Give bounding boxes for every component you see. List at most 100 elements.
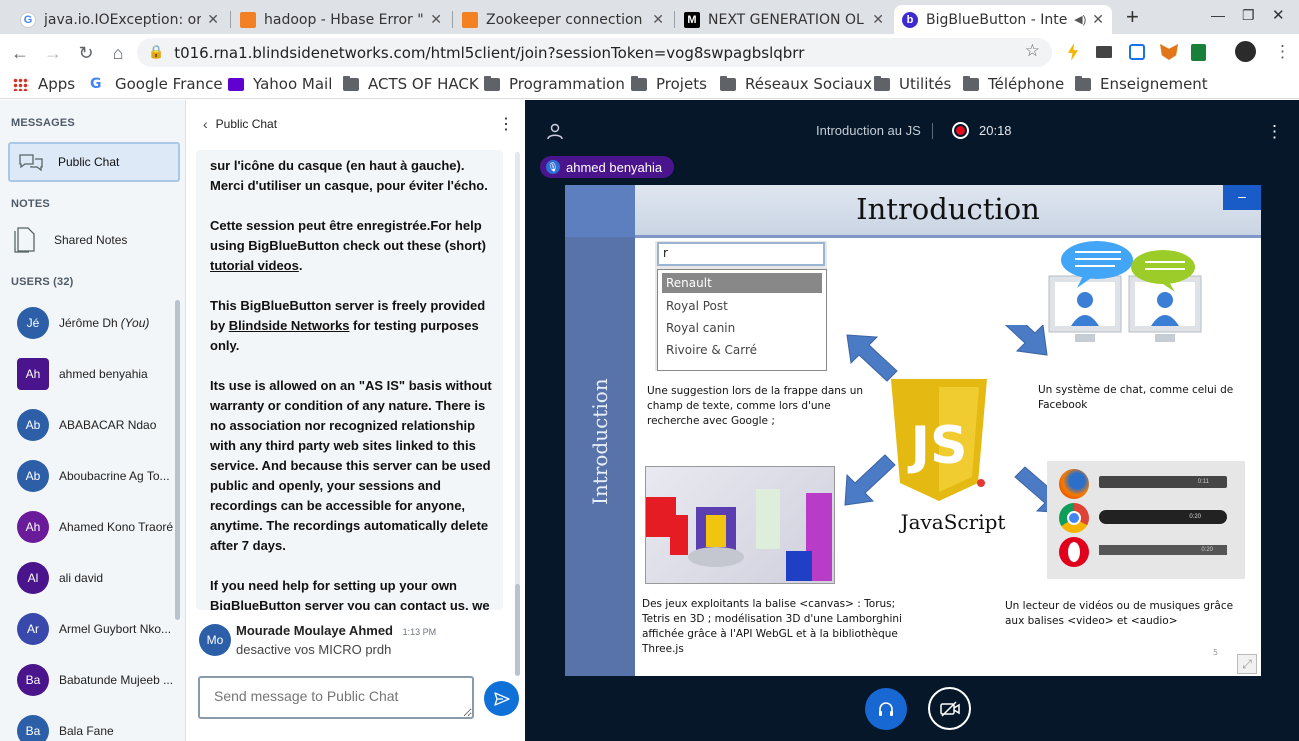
message-author-name: Mourade Moulaye Ahmed — [236, 623, 393, 638]
reload-icon[interactable]: ↻ — [74, 41, 98, 65]
address-bar[interactable]: 🔒 t016.rna1.blindsidenetworks.com/html5c… — [137, 38, 1052, 67]
caption-media: Un lecteur de vidéos ou de musiques grâc… — [1005, 600, 1234, 627]
user-icon[interactable] — [546, 122, 564, 140]
user-name: ahmed benyahia — [59, 367, 148, 381]
autocomplete-input: r — [657, 242, 825, 266]
chat-bubbles-icon — [19, 154, 43, 172]
metamask-fox-icon[interactable] — [1160, 44, 1178, 60]
messages-heading: MESSAGES — [11, 117, 75, 129]
you-label: (You) — [120, 316, 150, 330]
opera-logo-icon — [1059, 537, 1089, 567]
chat-scrollbar[interactable] — [515, 584, 520, 676]
user-name-text: ABABACAR Ndao — [59, 418, 157, 432]
browser-tab-2[interactable]: hadoop - Hbase Error " ✕ — [232, 5, 450, 34]
avatar: Ab — [17, 460, 49, 492]
stackoverflow-favicon-icon — [462, 11, 478, 28]
blindside-networks-link[interactable]: Blindside Networks — [229, 318, 350, 333]
close-icon[interactable]: ✕ — [872, 11, 884, 28]
user-name: Ahamed Kono Traoré — [59, 520, 173, 534]
window-close-button[interactable]: ✕ — [1272, 6, 1285, 24]
user-list-item[interactable]: Ah Ahamed Kono Traoré — [0, 502, 176, 552]
message-time: 1:13 PM — [402, 627, 437, 637]
profile-avatar[interactable] — [1235, 41, 1256, 62]
user-list-item[interactable]: Al ali david — [0, 553, 176, 603]
restore-button[interactable]: ❐ — [1242, 7, 1255, 24]
shared-notes-item[interactable]: Shared Notes — [14, 227, 127, 253]
chat-message-input[interactable] — [198, 676, 474, 719]
chrome-logo-icon — [1059, 503, 1089, 533]
audio-headphones-button[interactable] — [865, 688, 907, 730]
share-webcam-button[interactable] — [928, 687, 971, 730]
user-name-text: ahmed benyahia — [59, 367, 148, 381]
close-icon[interactable]: ✕ — [652, 11, 664, 28]
speaker-icon[interactable]: ◀) — [1074, 13, 1086, 26]
bookmarks-bar: Apps G Google France Yahoo Mail ACTS OF … — [0, 71, 1299, 99]
send-message-button[interactable] — [484, 681, 519, 716]
bookmark-star-icon[interactable]: ☆ — [1025, 41, 1040, 61]
extension-card-icon[interactable] — [1096, 46, 1112, 58]
bookmark-enseignement[interactable]: Enseignement — [1075, 75, 1208, 93]
bookmark-utilites[interactable]: Utilités — [874, 75, 951, 93]
user-list-item[interactable]: Jé Jérôme Dh (You) — [0, 298, 176, 348]
browser-tab-1[interactable]: G java.io.IOException: or ✕ — [12, 5, 227, 34]
options-menu-icon[interactable]: ⋮ — [1266, 122, 1283, 142]
stackoverflow-favicon-icon — [240, 11, 256, 28]
bookmark-programmation[interactable]: Programmation — [484, 75, 625, 93]
new-tab-button[interactable]: + — [1126, 4, 1139, 30]
forward-arrow-icon[interactable]: → — [41, 41, 65, 65]
avatar: Jé — [17, 307, 49, 339]
bookmark-reseaux-sociaux[interactable]: Réseaux Sociaux — [720, 75, 872, 93]
user-name-text: Armel Guybort Nko... — [59, 622, 172, 636]
browser-tab-5-active[interactable]: b BigBlueButton - Inte ◀) ✕ — [894, 5, 1112, 34]
home-icon[interactable]: ⌂ — [106, 41, 130, 65]
public-chat-item[interactable]: Public Chat — [8, 142, 180, 182]
user-list-item[interactable]: Ab ABABACAR Ndao — [0, 400, 176, 450]
bookmark-acts-of-hack[interactable]: ACTS OF HACK — [343, 75, 479, 93]
firefox-logo-icon — [1059, 469, 1089, 499]
bookmark-google-france[interactable]: G Google France — [90, 75, 223, 93]
bookmark-projets[interactable]: Projets — [631, 75, 707, 93]
headphones-icon — [879, 702, 893, 716]
user-name-text: ali david — [59, 571, 104, 585]
bookmark-apps[interactable]: Apps — [13, 75, 75, 93]
medium-favicon-icon: M — [684, 11, 700, 28]
user-list-item[interactable]: Ar Armel Guybort Nko... — [0, 604, 176, 654]
extension-window-icon[interactable] — [1129, 44, 1145, 60]
close-icon[interactable]: ✕ — [1092, 11, 1104, 28]
navigation-bar: ← → ↻ ⌂ 🔒 t016.rna1.blindsidenetworks.co… — [0, 34, 1299, 71]
extension-green-icon[interactable] — [1191, 44, 1206, 61]
url-text[interactable]: t016.rna1.blindsidenetworks.com/html5cli… — [174, 44, 804, 62]
user-list-item[interactable]: Ah ahmed benyahia — [0, 349, 176, 399]
user-name: ali david — [59, 571, 103, 585]
bookmark-telephone[interactable]: Téléphone — [963, 75, 1064, 93]
media-progress-bar: 0:11 — [1099, 476, 1227, 488]
close-icon[interactable]: ✕ — [207, 11, 219, 28]
chat-panel: ‹ Public Chat ⋮ sur l'icône du casque (e… — [186, 100, 525, 741]
user-list-item[interactable]: Ba Babatunde Mujeeb ... — [0, 655, 176, 705]
avatar: Ab — [17, 409, 49, 441]
avatar: Al — [17, 562, 49, 594]
back-arrow-icon[interactable]: ← — [8, 41, 32, 65]
chat-hide-button[interactable]: ‹ Public Chat — [203, 116, 277, 132]
extension-lightning-icon[interactable] — [1068, 43, 1078, 61]
close-icon[interactable]: ✕ — [430, 11, 442, 28]
contact-us-link[interactable]: contact us — [400, 598, 465, 610]
bookmark-yahoo-mail[interactable]: Yahoo Mail — [228, 75, 332, 93]
fullscreen-icon[interactable]: ⤢ — [1237, 654, 1257, 674]
avatar: Mo — [199, 624, 231, 656]
minimize-presentation-button[interactable]: – — [1223, 185, 1261, 210]
recording-indicator-icon[interactable] — [952, 122, 969, 139]
tutorial-videos-link[interactable]: tutorial videos — [210, 258, 299, 273]
chat-options-menu-icon[interactable]: ⋮ — [498, 114, 514, 134]
user-list-item[interactable]: Ab Aboubacrine Ag To... — [0, 451, 176, 501]
welcome-message-text: sur l'icône du casque (en haut à gauche)… — [210, 156, 500, 610]
user-list-scrollbar[interactable] — [175, 300, 180, 620]
browser-tab-4[interactable]: M NEXT GENERATION OL ✕ — [676, 5, 892, 34]
minimize-button[interactable]: — — [1211, 7, 1225, 23]
send-icon — [493, 691, 510, 706]
folder-icon — [484, 75, 500, 91]
browser-tab-3[interactable]: Zookeeper connection ✕ — [454, 5, 672, 34]
user-list-item[interactable]: Ba Bala Fane — [0, 706, 176, 741]
bookmark-label: Programmation — [509, 75, 625, 93]
browser-menu-icon[interactable]: ⋮ — [1274, 42, 1291, 62]
